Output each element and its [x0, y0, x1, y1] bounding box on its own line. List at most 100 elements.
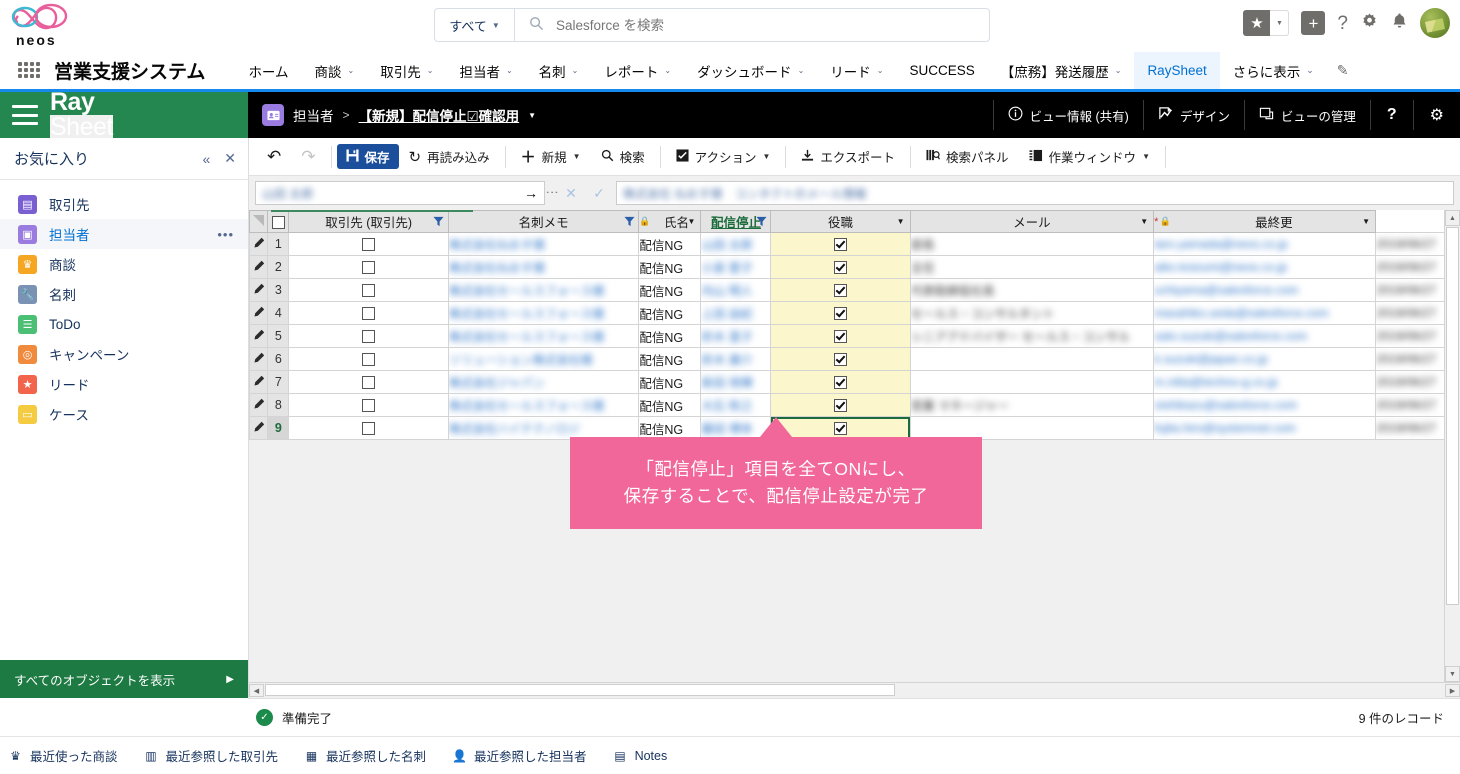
nav-item-1[interactable]: ホーム [235, 52, 301, 89]
row-edit-pencil-icon[interactable] [249, 324, 269, 348]
cell-account[interactable]: 株式会社セールスフォース様 [447, 278, 640, 302]
question-icon[interactable]: ? [1337, 14, 1348, 33]
chevrons-left-icon[interactable]: « [202, 151, 210, 167]
row-edit-pencil-icon[interactable] [249, 393, 269, 417]
cell-account[interactable]: 株式会社セールスフォース様 [447, 301, 640, 325]
cell-card-memo[interactable]: 配信NG [638, 301, 702, 325]
row-select-checkbox[interactable] [288, 301, 449, 325]
row-select-checkbox[interactable] [288, 416, 449, 440]
pencil-icon[interactable]: ✎ [1337, 62, 1349, 79]
save-button[interactable]: 保存 [336, 144, 399, 169]
cell-full-name[interactable]: 大石 和之 [700, 393, 772, 417]
cell-role[interactable]: セールス・コンサルタント [909, 301, 1155, 325]
scroll-down-button[interactable]: ▼ [1445, 666, 1460, 682]
view-info-button[interactable]: ビュー情報 (共有) [992, 100, 1143, 130]
sidebar-item-4[interactable]: 🔧 名刺 [0, 279, 248, 309]
show-all-objects-button[interactable]: すべてのオブジェクトを表示 ▶ [0, 660, 248, 698]
cell-card-memo[interactable]: 配信NG [638, 393, 702, 417]
row-edit-pencil-icon[interactable] [249, 255, 269, 279]
nav-item-2[interactable]: 商談 ⌄ [302, 52, 368, 89]
chevron-down-icon[interactable]: ▼ [528, 111, 536, 120]
column-header-1[interactable]: 取引先 (取引先) [288, 210, 449, 233]
cell-full-name[interactable]: 小泉 愛子 [700, 255, 772, 279]
row-number[interactable]: 1 [267, 232, 290, 256]
sidebar-item-6[interactable]: ◎ キャンペーン [0, 339, 248, 369]
footer-item-5[interactable]: ▤ Notes [613, 748, 667, 763]
row-number[interactable]: 4 [267, 301, 290, 325]
cell-full-name[interactable]: 新田 将輝 [700, 370, 772, 394]
cell-card-memo[interactable]: 配信NG [638, 278, 702, 302]
cell-delivery-stop-checkbox[interactable] [770, 255, 911, 279]
overflow-menu-icon[interactable]: ••• [217, 227, 234, 242]
cell-role[interactable]: 部長 [909, 232, 1155, 256]
row-number[interactable]: 9 [267, 416, 290, 440]
footer-item-3[interactable]: ▦ 最近参照した名刺 [304, 746, 426, 765]
row-number[interactable]: 7 [267, 370, 290, 394]
sidebar-item-1[interactable]: ▤ 取引先 [0, 189, 248, 219]
cell-role[interactable] [909, 347, 1155, 371]
row-number[interactable]: 3 [267, 278, 290, 302]
cell-card-memo[interactable]: 配信NG [638, 324, 702, 348]
nav-item-7[interactable]: ダッシュボード ⌄ [684, 52, 817, 89]
sidebar-item-5[interactable]: ☰ ToDo [0, 309, 248, 339]
cell-email[interactable]: oishikazu@salesforce.com [1153, 393, 1377, 417]
new-button[interactable]: ＋ 新規 ▼ [511, 144, 591, 170]
cell-full-name[interactable]: 上田 由紀 [700, 301, 772, 325]
row-edit-pencil-icon[interactable] [249, 347, 269, 371]
cell-full-name[interactable]: 内山 明人 [700, 278, 772, 302]
table-row[interactable]: 2 株式会社ねおす様 配信NG 小泉 愛子 主任 aiko.koizumi@neos.co… [249, 255, 1460, 279]
cell-account[interactable]: 株式会社セールスフォース様 [447, 393, 640, 417]
cancel-edit-icon[interactable]: ✕ [560, 185, 582, 202]
cell-role[interactable] [909, 370, 1155, 394]
filter-icon[interactable] [432, 215, 446, 229]
undo-button[interactable]: ↶ [257, 144, 291, 170]
manage-view-button[interactable]: ビューの管理 [1243, 100, 1370, 130]
footer-item-4[interactable]: 👤 最近参照した担当者 [452, 746, 587, 765]
row-edit-pencil-icon[interactable] [249, 416, 269, 440]
vertical-scrollbar[interactable]: ▲ ▼ [1444, 210, 1460, 682]
search-scope-selector[interactable]: すべて ▼ [435, 9, 515, 41]
select-all-checkbox[interactable] [267, 210, 290, 233]
nav-item-5[interactable]: 名刺 ⌄ [526, 52, 592, 89]
nav-item-9[interactable]: SUCCESS [896, 52, 987, 89]
footer-item-1[interactable]: ♛ 最近使った商談 [8, 746, 117, 765]
search-panel-button[interactable]: 検索パネル [916, 144, 1019, 170]
table-row[interactable]: 3 株式会社セールスフォース様 配信NG 内山 明人 代表取締役社長 uchiyama@s… [249, 278, 1460, 302]
favorites-control[interactable]: ★ ▼ [1243, 10, 1290, 36]
cell-account[interactable]: 株式会社ねおす様 [447, 255, 640, 279]
row-edit-pencil-icon[interactable] [249, 278, 269, 302]
column-header-5[interactable]: 役職 ▼ [770, 210, 911, 233]
footer-item-2[interactable]: ▥ 最近参照した取引先 [144, 746, 278, 765]
cell-account[interactable]: ソリューション株式会社様 [447, 347, 640, 371]
design-button[interactable]: デザイン [1142, 100, 1244, 130]
sidebar-item-3[interactable]: ♛ 商談 [0, 249, 248, 279]
row-number[interactable]: 2 [267, 255, 290, 279]
cell-card-memo[interactable]: 配信NG [638, 232, 702, 256]
sidebar-item-2[interactable]: ▣ 担当者 ••• [0, 219, 248, 249]
cell-account[interactable]: 株式会社セールスフォース様 [447, 324, 640, 348]
cell-role[interactable]: シニアアドバイザー セールス・コンサル [909, 324, 1155, 348]
cell-email[interactable]: aiko.koizumi@neos.co.jp [1153, 255, 1377, 279]
cell-delivery-stop-checkbox[interactable] [770, 232, 911, 256]
plus-icon[interactable]: + [1301, 11, 1326, 35]
row-select-checkbox[interactable] [288, 255, 449, 279]
row-select-checkbox[interactable] [288, 393, 449, 417]
chevron-down-icon[interactable]: ▼ [1270, 10, 1290, 36]
column-header-2[interactable]: 名刺メモ [447, 210, 640, 233]
formula-input[interactable]: 株式会社 ねおす様 コンタクトのメール情報 [616, 181, 1454, 205]
scroll-right-button[interactable]: ▶ [1445, 684, 1460, 697]
cell-role[interactable]: 主任 [909, 255, 1155, 279]
nav-item-12[interactable]: さらに表示 ⌄ [1220, 52, 1327, 89]
vertical-scroll-thumb[interactable] [1446, 227, 1459, 605]
row-select-checkbox[interactable] [288, 370, 449, 394]
breadcrumb-view-name[interactable]: 【新規】配信停止☑確認用 [359, 105, 520, 125]
table-row[interactable]: 7 株式会社ジャパン 配信NG 新田 将輝 m.nitta@techno-g.co.jp… [249, 370, 1460, 394]
chevron-down-icon[interactable]: ▼ [894, 215, 908, 229]
nav-item-6[interactable]: レポート ⌄ [591, 52, 684, 89]
chevron-down-icon[interactable]: ▼ [1137, 215, 1151, 229]
chevron-down-icon[interactable]: ▼ [684, 215, 698, 229]
column-header-6[interactable]: メール ▼ [909, 210, 1155, 233]
nav-item-8[interactable]: リード ⌄ [817, 52, 896, 89]
bell-icon[interactable] [1391, 12, 1408, 34]
cell-card-memo[interactable]: 配信NG [638, 255, 702, 279]
